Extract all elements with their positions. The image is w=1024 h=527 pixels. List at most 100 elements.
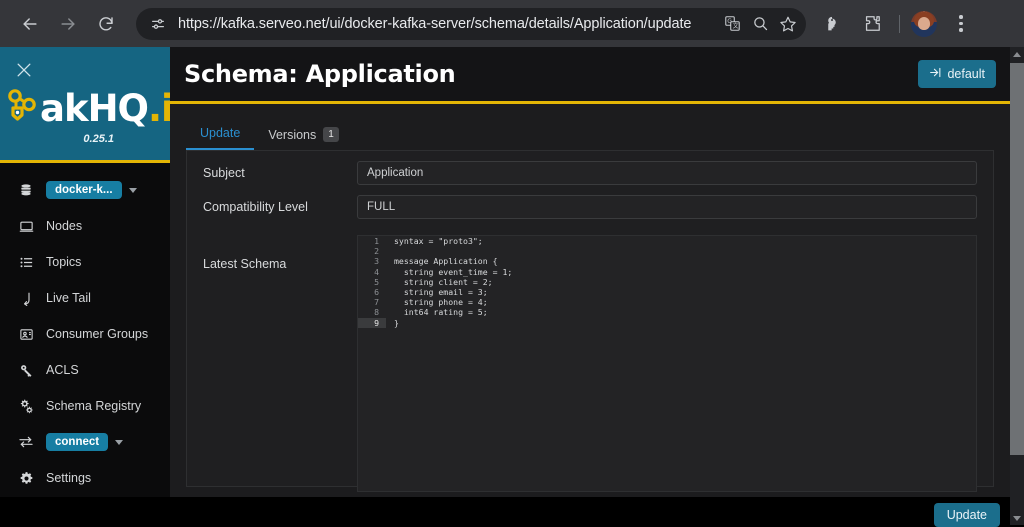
extensions-puzzle-icon[interactable] [857, 9, 887, 39]
code-line-number: 5 [358, 277, 386, 287]
monitor-icon [16, 219, 36, 234]
translate-icon[interactable]: G文 [718, 10, 746, 38]
code-line-number: 3 [358, 256, 386, 266]
kebab-menu-icon[interactable] [946, 9, 976, 39]
brand-name: akHQ [40, 87, 148, 130]
gear-icon [16, 471, 36, 486]
page-title: Schema: Application [184, 60, 455, 88]
address-bar[interactable]: https://kafka.serveo.net/ui/docker-kafka… [136, 8, 806, 40]
sidebar-item-schema-registry[interactable]: Schema Registry [0, 388, 170, 424]
page-body: akHQ.io 0.25.1 docker-k... Nodes [0, 47, 1024, 525]
brand-logo[interactable]: akHQ.io [4, 89, 197, 128]
forward-button[interactable] [52, 8, 84, 40]
code-line-number: 1 [358, 236, 386, 246]
sidebar-item-label: Nodes [46, 219, 82, 233]
key-icon [16, 363, 36, 378]
footer-strip [170, 497, 1010, 525]
sidebar-item-cluster[interactable]: docker-k... [0, 172, 170, 208]
toolbar-right-actions [812, 9, 981, 39]
code-line-text: string email = 3; [386, 287, 488, 297]
code-line: 6 string email = 3; [358, 287, 976, 297]
code-line-text: } [386, 318, 399, 328]
password-key-icon[interactable] [817, 9, 847, 39]
code-line-number: 7 [358, 297, 386, 307]
code-line: 5 string client = 2; [358, 277, 976, 287]
code-line-number: 2 [358, 246, 386, 256]
scroll-down-icon[interactable] [1010, 511, 1024, 525]
chevron-down-icon[interactable] [115, 440, 123, 445]
sidebar-item-label: Schema Registry [46, 399, 141, 413]
compatibility-select[interactable]: FULL [357, 195, 977, 219]
schema-code-editor[interactable]: 1syntax = "proto3";23message Application… [357, 235, 977, 492]
code-line-number: 4 [358, 267, 386, 277]
code-line-text: string event_time = 1; [386, 267, 512, 277]
search-zoom-icon[interactable] [746, 10, 774, 38]
subject-row: Subject Application [187, 151, 993, 185]
scroll-up-icon[interactable] [1010, 47, 1024, 61]
app-version: 0.25.1 [83, 133, 114, 145]
sidebar-item-label: Consumer Groups [46, 327, 148, 341]
tab-versions-label: Versions [268, 128, 316, 142]
avatar[interactable] [911, 11, 937, 37]
svg-text:文: 文 [732, 22, 738, 30]
code-line: 9} [358, 318, 976, 328]
code-line-text: int64 rating = 5; [386, 307, 488, 317]
back-button[interactable] [14, 8, 46, 40]
page-scrollbar[interactable] [1010, 47, 1024, 525]
forward-arrow-icon [58, 14, 78, 34]
main-content: Schema: Application default Update Versi… [170, 47, 1010, 497]
scrollbar-thumb[interactable] [1010, 63, 1024, 455]
schema-form-panel: Subject Application Compatibility Level … [186, 150, 994, 487]
sidebar-item-label: ACLS [46, 363, 79, 377]
sidebar-item-topics[interactable]: Topics [0, 244, 170, 280]
browser-toolbar: https://kafka.serveo.net/ui/docker-kafka… [0, 0, 1024, 47]
sidebar-item-acls[interactable]: ACLS [0, 352, 170, 388]
sidebar-nav: docker-k... Nodes Topics Live Tail [0, 163, 170, 496]
compatibility-label: Compatibility Level [203, 200, 357, 214]
sidebar-item-label: Live Tail [46, 291, 91, 305]
reload-icon [97, 15, 115, 33]
database-icon [16, 183, 36, 197]
code-line-number: 9 [358, 318, 386, 328]
url-text[interactable]: https://kafka.serveo.net/ui/docker-kafka… [178, 16, 718, 32]
sidebar-item-label: Topics [46, 255, 81, 269]
code-line-text: syntax = "proto3"; [386, 236, 483, 246]
tab-versions[interactable]: Versions 1 [254, 127, 353, 150]
chevron-down-icon[interactable] [129, 188, 137, 193]
star-bookmark-icon[interactable] [774, 10, 802, 38]
toolbar-divider [899, 15, 900, 33]
sidebar-brand-block: akHQ.io 0.25.1 [0, 47, 170, 163]
sidebar-item-live-tail[interactable]: Live Tail [0, 280, 170, 316]
code-line: 1syntax = "proto3"; [358, 236, 976, 246]
subject-input[interactable]: Application [357, 161, 977, 185]
sidebar-item-connect[interactable]: connect [0, 424, 170, 460]
tab-bar: Update Versions 1 [170, 104, 1010, 150]
default-login-button[interactable]: default [918, 60, 996, 88]
site-settings-icon[interactable] [146, 12, 170, 36]
tab-update[interactable]: Update [186, 126, 254, 150]
update-button[interactable]: Update [934, 503, 1000, 527]
tab-versions-badge: 1 [323, 127, 339, 142]
default-login-label: default [947, 67, 985, 81]
code-line: 3message Application { [358, 256, 976, 266]
back-arrow-icon [20, 14, 40, 34]
content-header: Schema: Application default [170, 47, 1010, 104]
sign-in-icon [929, 66, 942, 82]
sidebar-item-settings[interactable]: Settings [0, 460, 170, 496]
code-line: 2 [358, 246, 976, 256]
sidebar-item-consumer-groups[interactable]: Consumer Groups [0, 316, 170, 352]
consumer-groups-icon [16, 327, 36, 342]
code-line-number: 6 [358, 287, 386, 297]
sidebar-connect-pill[interactable]: connect [46, 433, 108, 451]
sidebar: akHQ.io 0.25.1 docker-k... Nodes [0, 47, 170, 497]
akhq-graph-icon [4, 89, 40, 128]
sidebar-item-nodes[interactable]: Nodes [0, 208, 170, 244]
code-line-text: string client = 2; [386, 277, 493, 287]
close-icon[interactable] [14, 60, 34, 80]
reload-button[interactable] [90, 8, 122, 40]
sidebar-cluster-pill[interactable]: docker-k... [46, 181, 122, 199]
code-line: 7 string phone = 4; [358, 297, 976, 307]
code-line-number: 8 [358, 307, 386, 317]
code-line: 8 int64 rating = 5; [358, 307, 976, 317]
code-line-text: string phone = 4; [386, 297, 488, 307]
